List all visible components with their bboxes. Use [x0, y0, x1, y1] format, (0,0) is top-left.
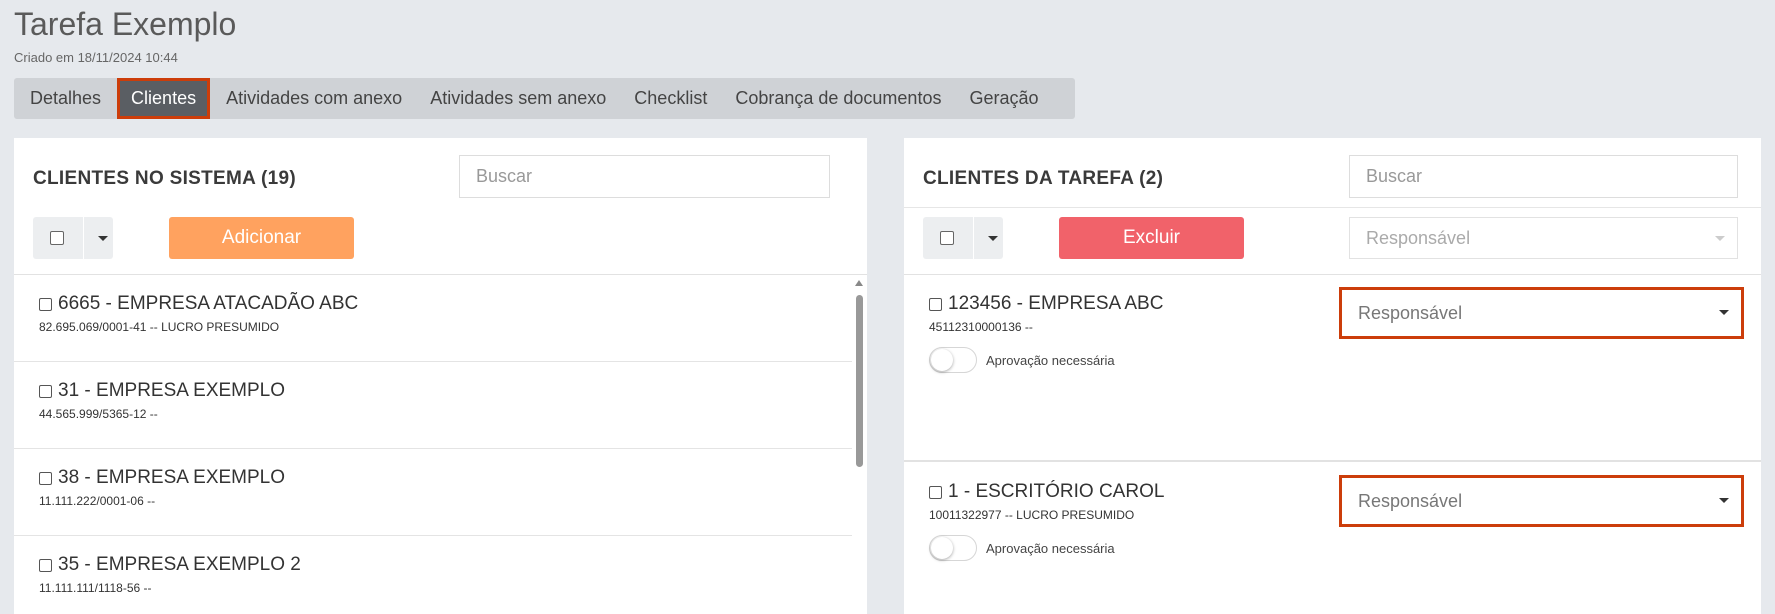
divider: [973, 217, 974, 259]
tab-atividades-com-anexo[interactable]: Atividades com anexo: [212, 78, 416, 119]
client-name: 31 - EMPRESA EXEMPLO: [58, 380, 286, 401]
list-item[interactable]: 38 - EMPRESA EXEMPLO 11.111.222/0001-06 …: [14, 449, 852, 536]
chevron-down-icon: [1719, 498, 1729, 503]
divider: [904, 207, 1761, 208]
panel-title: CLIENTES DA TAREFA (2): [923, 168, 1164, 189]
client-name: 123456 - EMPRESA ABC: [948, 293, 1164, 314]
responsavel-select[interactable]: Responsável: [1339, 475, 1744, 527]
select-all-dropdown[interactable]: [923, 217, 1003, 259]
responsavel-value: Responsável: [1358, 491, 1463, 511]
client-name: 6665 - EMPRESA ATACADÃO ABC: [58, 293, 359, 314]
responsavel-bulk-select[interactable]: Responsável: [1349, 217, 1738, 259]
scrollbar-thumb[interactable]: [856, 295, 863, 467]
list-item[interactable]: 31 - EMPRESA EXEMPLO 44.565.999/5365-12 …: [14, 362, 852, 449]
search-input[interactable]: [459, 155, 830, 198]
chevron-down-icon[interactable]: [98, 235, 108, 241]
approval-toggle[interactable]: [929, 535, 977, 561]
tab-cobranca-de-documentos[interactable]: Cobrança de documentos: [721, 78, 955, 119]
row-checkbox[interactable]: [39, 384, 52, 398]
select-all-dropdown[interactable]: [33, 217, 113, 259]
select-all-checkbox[interactable]: [940, 231, 954, 245]
responsavel-select[interactable]: Responsável: [1339, 287, 1744, 339]
client-details: 44.565.999/5365-12 --: [39, 407, 158, 421]
toggle-knob: [931, 537, 953, 559]
tab-atividades-sem-anexo[interactable]: Atividades sem anexo: [416, 78, 620, 119]
client-details: 82.695.069/0001-41 -- LUCRO PRESUMIDO: [39, 320, 280, 334]
chevron-down-icon: [1715, 236, 1725, 241]
client-name: 38 - EMPRESA EXEMPLO: [58, 467, 286, 488]
tab-checklist[interactable]: Checklist: [620, 78, 721, 119]
approval-label: Aprovação necessária: [986, 353, 1115, 368]
search-input[interactable]: [1349, 155, 1738, 198]
scroll-up-icon[interactable]: [855, 280, 863, 286]
scrollbar[interactable]: [852, 275, 867, 614]
page-subtitle: Criado em 18/11/2024 10:44: [14, 50, 178, 65]
page-title: Tarefa Exemplo: [14, 6, 237, 42]
chevron-down-icon: [1719, 310, 1729, 315]
toggle-knob: [931, 349, 953, 371]
row-checkbox[interactable]: [929, 297, 942, 311]
row-checkbox[interactable]: [39, 297, 52, 311]
tab-geracao[interactable]: Geração: [955, 78, 1052, 119]
row-checkbox[interactable]: [929, 485, 942, 499]
divider: [83, 217, 84, 259]
tab-bar: Detalhes Clientes Atividades com anexo A…: [14, 78, 1075, 119]
client-details: 10011322977 -- LUCRO PRESUMIDO: [929, 508, 1135, 522]
add-button[interactable]: Adicionar: [169, 217, 354, 259]
panel-title: CLIENTES NO SISTEMA (19): [33, 168, 297, 189]
approval-label: Aprovação necessária: [986, 541, 1115, 556]
client-details: 45112310000136 --: [929, 320, 1033, 334]
list-item[interactable]: 35 - EMPRESA EXEMPLO 2 11.111.111/1118-5…: [14, 536, 852, 614]
approval-toggle[interactable]: [929, 347, 977, 373]
client-name: 35 - EMPRESA EXEMPLO 2: [58, 554, 301, 575]
tab-clientes[interactable]: Clientes: [117, 78, 211, 119]
row-checkbox[interactable]: [39, 471, 52, 485]
delete-button[interactable]: Excluir: [1059, 217, 1244, 259]
task-client-card: 1 - ESCRITÓRIO CAROL 10011322977 -- LUCR…: [904, 463, 1761, 614]
task-clients-panel: CLIENTES DA TAREFA (2) Excluir Responsáv…: [904, 138, 1761, 614]
list-item[interactable]: 6665 - EMPRESA ATACADÃO ABC 82.695.069/0…: [14, 275, 852, 362]
chevron-down-icon[interactable]: [988, 235, 998, 241]
clients-in-system-panel: CLIENTES NO SISTEMA (19) Adicionar 6665 …: [14, 138, 867, 614]
client-list: 6665 - EMPRESA ATACADÃO ABC 82.695.069/0…: [14, 275, 852, 614]
client-name: 1 - ESCRITÓRIO CAROL: [948, 481, 1165, 502]
client-details: 11.111.111/1118-56 --: [39, 581, 152, 595]
responsavel-placeholder: Responsável: [1366, 228, 1471, 248]
select-all-checkbox[interactable]: [50, 231, 64, 245]
responsavel-value: Responsável: [1358, 303, 1463, 323]
client-details: 11.111.222/0001-06 --: [39, 494, 156, 508]
row-checkbox[interactable]: [39, 558, 52, 572]
tab-detalhes[interactable]: Detalhes: [16, 78, 115, 119]
task-client-card: 123456 - EMPRESA ABC 45112310000136 -- A…: [904, 275, 1761, 462]
